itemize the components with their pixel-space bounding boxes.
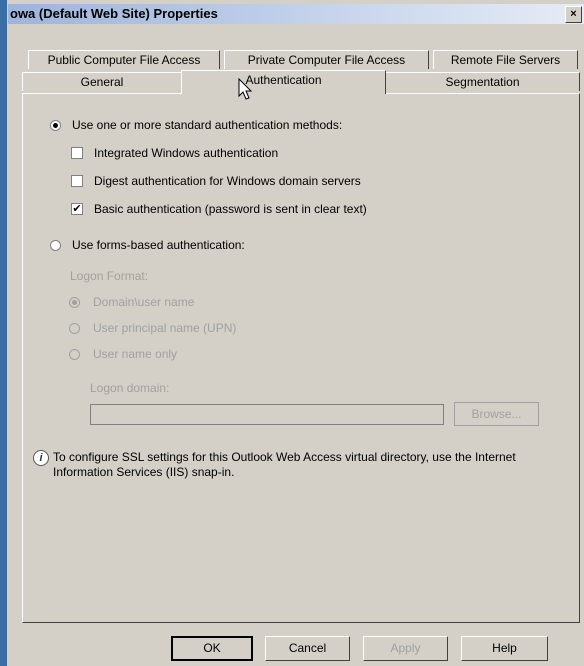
format-username-only-radio[interactable]	[69, 349, 80, 360]
mouse-cursor-icon	[238, 78, 253, 100]
digest-auth-checkbox[interactable]	[71, 175, 83, 187]
format-upn-label[interactable]: User principal name (UPN)	[93, 321, 236, 335]
tab-remote-file-servers[interactable]: Remote File Servers	[433, 50, 578, 69]
format-domain-user-radio[interactable]	[69, 297, 80, 308]
basic-auth-label[interactable]: Basic authentication (password is sent i…	[94, 202, 367, 216]
basic-auth-checkbox[interactable]: ✔	[71, 203, 83, 215]
tab-public-computer-file-access[interactable]: Public Computer File Access	[28, 50, 220, 69]
properties-dialog: owa (Default Web Site) Properties × Publ…	[0, 0, 584, 666]
checkmark-icon: ✔	[72, 203, 82, 215]
ok-button[interactable]: OK	[171, 636, 253, 661]
cancel-button[interactable]: Cancel	[265, 636, 350, 661]
tab-general[interactable]: General	[22, 72, 182, 91]
integrated-auth-checkbox[interactable]	[71, 147, 83, 159]
format-domain-user-label[interactable]: Domain\user name	[93, 295, 194, 309]
background-strip	[0, 0, 7, 666]
close-button[interactable]: ×	[565, 6, 582, 23]
tab-private-computer-file-access[interactable]: Private Computer File Access	[224, 50, 429, 69]
ssl-info-text: To configure SSL settings for this Outlo…	[53, 450, 516, 479]
tab-segmentation[interactable]: Segmentation	[385, 72, 580, 91]
logon-format-label: Logon Format:	[70, 269, 149, 283]
help-button[interactable]: Help	[461, 636, 548, 661]
logon-domain-label: Logon domain:	[90, 381, 170, 395]
standard-auth-radio[interactable]	[50, 120, 61, 131]
forms-auth-label[interactable]: Use forms-based authentication:	[72, 238, 245, 252]
logon-domain-input[interactable]	[90, 404, 444, 425]
apply-button[interactable]: Apply	[363, 636, 448, 661]
window-title: owa (Default Web Site) Properties	[10, 6, 218, 21]
tab-authentication[interactable]: Authentication	[181, 70, 386, 94]
standard-auth-label[interactable]: Use one or more standard authentication …	[72, 118, 342, 132]
browse-button[interactable]: Browse...	[454, 402, 539, 426]
integrated-auth-label[interactable]: Integrated Windows authentication	[94, 146, 278, 160]
format-username-only-label[interactable]: User name only	[93, 347, 177, 361]
format-upn-radio[interactable]	[69, 323, 80, 334]
forms-auth-radio[interactable]	[50, 240, 61, 251]
title-bar[interactable]: owa (Default Web Site) Properties ×	[8, 4, 584, 24]
digest-auth-label[interactable]: Digest authentication for Windows domain…	[94, 174, 361, 188]
info-icon: i	[33, 450, 49, 466]
